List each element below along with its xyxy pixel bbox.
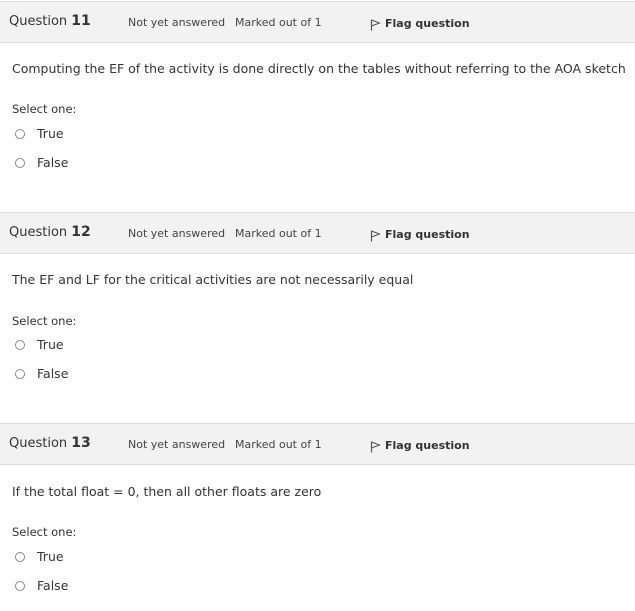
question-number: Question 12 (9, 224, 91, 240)
radio-false[interactable] (15, 580, 25, 591)
option-false[interactable]: False (15, 578, 68, 593)
option-true[interactable]: True (15, 337, 64, 352)
option-true[interactable]: True (15, 549, 64, 564)
question-number: Question 11 (9, 13, 91, 29)
select-one-prompt: Select one: (12, 102, 77, 116)
question-grade: Marked out of 1 (235, 16, 322, 29)
question-12: Question 12 Not yet answered Marked out … (0, 212, 635, 381)
question-state: Not yet answered (128, 227, 226, 240)
option-false[interactable]: False (15, 155, 68, 170)
flag-question-button[interactable]: Flag question (370, 227, 470, 242)
question-number: Question 13 (9, 435, 91, 451)
question-header: Question 13 Not yet answered Marked out … (0, 423, 635, 465)
flag-question-label: Flag question (385, 439, 470, 452)
question-header: Question 11 Not yet answered Marked out … (0, 1, 635, 43)
select-one-prompt: Select one: (12, 314, 77, 328)
radio-true[interactable] (15, 551, 25, 562)
option-false-label: False (37, 366, 69, 381)
flag-question-button[interactable]: Flag question (370, 16, 470, 31)
question-number-value: 12 (71, 224, 91, 240)
flag-question-label: Flag question (385, 228, 470, 241)
flag-question-label: Flag question (385, 17, 470, 30)
question-grade: Marked out of 1 (235, 438, 322, 451)
option-true-label: True (37, 337, 64, 352)
question-text: Computing the EF of the activity is done… (12, 61, 626, 76)
radio-true[interactable] (15, 339, 25, 350)
option-false[interactable]: False (15, 366, 68, 381)
question-state: Not yet answered (128, 16, 226, 29)
question-header: Question 12 Not yet answered Marked out … (0, 212, 635, 254)
flag-icon (370, 19, 381, 31)
option-true[interactable]: True (15, 126, 64, 141)
option-false-label: False (37, 578, 69, 593)
question-text: If the total float = 0, then all other f… (12, 484, 322, 499)
question-grade: Marked out of 1 (235, 227, 322, 240)
question-label: Question (9, 436, 68, 451)
flag-icon (370, 230, 381, 242)
radio-false[interactable] (15, 368, 25, 379)
question-label: Question (9, 225, 68, 240)
question-state: Not yet answered (128, 438, 226, 451)
option-true-label: True (37, 549, 64, 564)
flag-question-button[interactable]: Flag question (370, 438, 470, 453)
question-number-value: 11 (71, 13, 91, 29)
select-one-prompt: Select one: (12, 525, 77, 539)
option-true-label: True (37, 126, 64, 141)
question-11: Question 11 Not yet answered Marked out … (0, 1, 635, 170)
radio-false[interactable] (15, 157, 25, 168)
question-number-value: 13 (71, 435, 91, 451)
question-label: Question (9, 14, 68, 29)
flag-icon (370, 441, 381, 453)
question-13: Question 13 Not yet answered Marked out … (0, 423, 635, 593)
option-false-label: False (37, 155, 69, 170)
radio-true[interactable] (15, 128, 25, 139)
question-text: The EF and LF for the critical activitie… (12, 272, 414, 287)
